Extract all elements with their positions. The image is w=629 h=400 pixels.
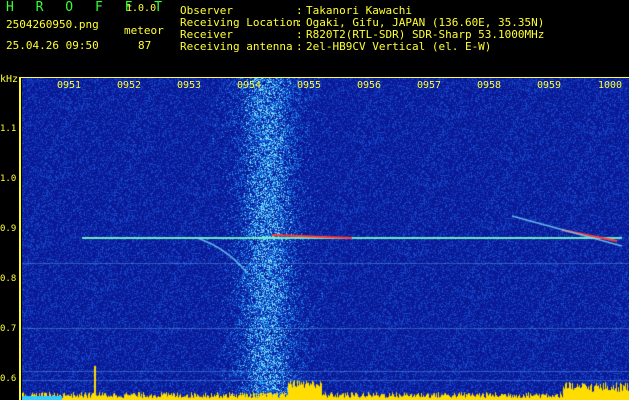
x-tick-0956: 0956 — [357, 80, 382, 91]
y-tick-1-1: 1.1 — [0, 124, 17, 134]
spectrogram-canvas — [22, 78, 629, 400]
y-tick-0-9: 0.9 — [0, 224, 17, 234]
x-tick-0953: 0953 — [177, 80, 202, 91]
y-tick-0-7: 0.7 — [0, 324, 17, 334]
plot-top-border — [19, 77, 629, 78]
meteor-label: meteor — [124, 24, 164, 37]
spectrogram-plot — [22, 78, 629, 400]
timestamp: 25.04.26 09:50 — [6, 39, 99, 52]
x-tick-0955: 0955 — [297, 80, 322, 91]
x-tick-0951: 0951 — [57, 80, 82, 91]
x-tick-1000: 1000 — [598, 80, 623, 91]
y-tick-0-6: 0.6 — [0, 374, 17, 384]
x-tick-0958: 0958 — [477, 80, 502, 91]
y-tick-0-8: 0.8 — [0, 274, 17, 284]
antenna-value: 2el-HB9CV Vertical (el. E-W) — [306, 40, 492, 53]
y-tick-1-0: 1.0 — [0, 174, 17, 184]
y-axis-line — [19, 78, 21, 400]
y-axis-unit: kHz — [0, 74, 19, 85]
antenna-key: Receiving antenna — [180, 40, 293, 53]
meteor-count: 87 — [138, 39, 152, 52]
file-name: 2504260950.png — [6, 18, 99, 31]
x-tick-0959: 0959 — [537, 80, 562, 91]
hrofft-window: H R O F F T 1.0.0 2504260950.png meteor … — [0, 0, 629, 400]
x-tick-0954: 0954 — [237, 80, 262, 91]
app-version: 1.0.0 — [126, 3, 157, 14]
x-tick-0952: 0952 — [117, 80, 142, 91]
antenna-sep: : — [296, 40, 303, 53]
x-tick-0957: 0957 — [417, 80, 442, 91]
